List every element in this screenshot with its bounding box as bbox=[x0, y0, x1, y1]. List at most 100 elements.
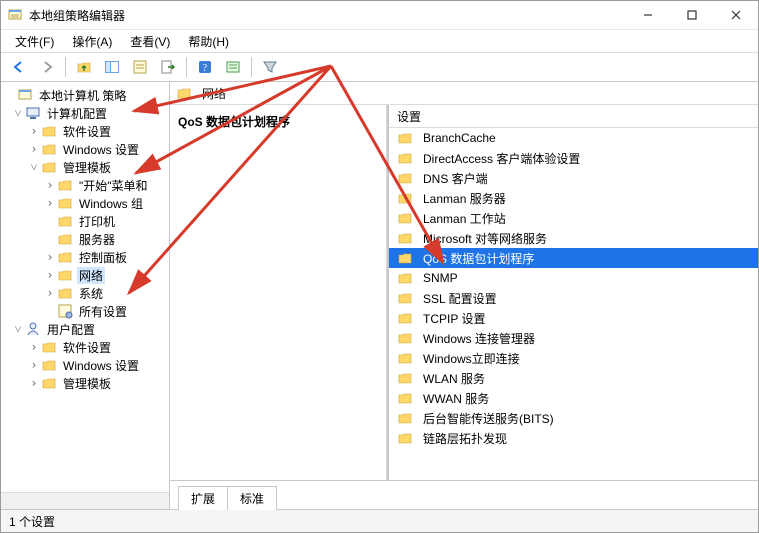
tree-label: Windows 设置 bbox=[61, 357, 141, 374]
tree-software-settings[interactable]: › 软件设置 bbox=[1, 122, 169, 140]
list-header[interactable]: 设置 bbox=[389, 105, 758, 128]
chevron-right-icon[interactable]: › bbox=[27, 142, 41, 156]
list-item-label: 后台智能传送服务(BITS) bbox=[423, 410, 554, 427]
list-item[interactable]: Lanman 工作站 bbox=[389, 208, 758, 228]
chevron-right-icon[interactable]: › bbox=[43, 286, 57, 300]
folder-icon bbox=[57, 213, 73, 229]
tree-root[interactable]: 本地计算机 策略 bbox=[1, 86, 169, 104]
tree-network[interactable]: › 网络 bbox=[1, 266, 169, 284]
list-item[interactable]: WLAN 服务 bbox=[389, 368, 758, 388]
list-item[interactable]: QoS 数据包计划程序 bbox=[389, 248, 758, 268]
list-item[interactable]: DNS 客户端 bbox=[389, 168, 758, 188]
menubar: 文件(F) 操作(A) 查看(V) 帮助(H) bbox=[1, 30, 758, 53]
list-item-label: Microsoft 对等网络服务 bbox=[423, 230, 547, 247]
list-item-label: Windows立即连接 bbox=[423, 350, 520, 367]
export-button[interactable] bbox=[156, 55, 180, 79]
policy-root-icon bbox=[17, 87, 33, 103]
tree-pane: 本地计算机 策略 ˅ 计算机配置 › 软件设置 › Windows 设置 bbox=[1, 82, 170, 509]
folder-icon bbox=[397, 250, 413, 266]
tree-label: 网络 bbox=[77, 267, 105, 284]
list-item[interactable]: 链路层拓扑发现 bbox=[389, 428, 758, 448]
tab-extended[interactable]: 扩展 bbox=[178, 486, 228, 510]
status-text: 1 个设置 bbox=[9, 513, 55, 530]
chevron-right-icon[interactable]: › bbox=[27, 376, 41, 390]
toolbar: ? bbox=[1, 53, 758, 82]
tree-user-software-settings[interactable]: › 软件设置 bbox=[1, 338, 169, 356]
tree-admin-templates[interactable]: ˅ 管理模板 bbox=[1, 158, 169, 176]
tree-label: 计算机配置 bbox=[45, 105, 109, 122]
chevron-down-icon[interactable]: ˅ bbox=[11, 106, 25, 121]
tree-user-config[interactable]: ˅ 用户配置 bbox=[1, 320, 169, 338]
chevron-right-icon[interactable]: › bbox=[27, 340, 41, 354]
column-header-settings[interactable]: 设置 bbox=[397, 108, 421, 125]
folder-icon bbox=[57, 267, 73, 283]
menu-action[interactable]: 操作(A) bbox=[64, 31, 120, 52]
folder-icon bbox=[397, 390, 413, 406]
help-button[interactable]: ? bbox=[193, 55, 217, 79]
list-item[interactable]: Windows 连接管理器 bbox=[389, 328, 758, 348]
chevron-down-icon[interactable]: ˅ bbox=[27, 160, 41, 175]
list-item[interactable]: Lanman 服务器 bbox=[389, 188, 758, 208]
tree-start-menu[interactable]: › "开始"菜单和 bbox=[1, 176, 169, 194]
list-item[interactable]: TCPIP 设置 bbox=[389, 308, 758, 328]
tree-windows-components[interactable]: › Windows 组 bbox=[1, 194, 169, 212]
tab-standard[interactable]: 标准 bbox=[227, 486, 277, 510]
body: 本地计算机 策略 ˅ 计算机配置 › 软件设置 › Windows 设置 bbox=[1, 82, 758, 509]
list-item[interactable]: Microsoft 对等网络服务 bbox=[389, 228, 758, 248]
list-body[interactable]: BranchCacheDirectAccess 客户端体验设置DNS 客户端La… bbox=[389, 128, 758, 480]
breadcrumb: 网络 bbox=[170, 82, 758, 105]
forward-button[interactable] bbox=[35, 55, 59, 79]
list-item[interactable]: BranchCache bbox=[389, 128, 758, 148]
folder-icon bbox=[57, 195, 73, 211]
list-item-label: SNMP bbox=[423, 271, 458, 285]
chevron-right-icon[interactable]: › bbox=[43, 250, 57, 264]
show-hide-tree-button[interactable] bbox=[100, 55, 124, 79]
properties-button[interactable] bbox=[128, 55, 152, 79]
window: 本地组策略编辑器 文件(F) 操作(A) 查看(V) 帮助(H) ? bbox=[0, 0, 759, 533]
list-item[interactable]: DirectAccess 客户端体验设置 bbox=[389, 148, 758, 168]
maximize-button[interactable] bbox=[670, 1, 714, 29]
tree-all-settings[interactable]: 所有设置 bbox=[1, 302, 169, 320]
tree-windows-settings[interactable]: › Windows 设置 bbox=[1, 140, 169, 158]
list-item[interactable]: 后台智能传送服务(BITS) bbox=[389, 408, 758, 428]
titlebar: 本地组策略编辑器 bbox=[1, 1, 758, 30]
tree-printers[interactable]: 打印机 bbox=[1, 212, 169, 230]
chevron-right-icon[interactable]: › bbox=[27, 124, 41, 138]
tree[interactable]: 本地计算机 策略 ˅ 计算机配置 › 软件设置 › Windows 设置 bbox=[1, 82, 169, 492]
close-button[interactable] bbox=[714, 1, 758, 29]
chevron-right-icon[interactable]: › bbox=[43, 268, 57, 282]
list-item[interactable]: WWAN 服务 bbox=[389, 388, 758, 408]
chevron-down-icon[interactable]: ˅ bbox=[11, 322, 25, 337]
list-item[interactable]: SNMP bbox=[389, 268, 758, 288]
filter-button[interactable] bbox=[258, 55, 282, 79]
tree-control-panel[interactable]: › 控制面板 bbox=[1, 248, 169, 266]
chevron-right-icon[interactable]: › bbox=[43, 178, 57, 192]
folder-icon bbox=[397, 130, 413, 146]
folder-icon bbox=[397, 410, 413, 426]
tree-label: 管理模板 bbox=[61, 159, 113, 176]
up-button[interactable] bbox=[72, 55, 96, 79]
folder-icon bbox=[397, 330, 413, 346]
list-item[interactable]: Windows立即连接 bbox=[389, 348, 758, 368]
tree-user-windows-settings[interactable]: › Windows 设置 bbox=[1, 356, 169, 374]
toolbar-separator bbox=[251, 57, 252, 77]
tree-label: 系统 bbox=[77, 285, 105, 302]
back-button[interactable] bbox=[7, 55, 31, 79]
folder-icon bbox=[57, 231, 73, 247]
tree-servers[interactable]: 服务器 bbox=[1, 230, 169, 248]
menu-view[interactable]: 查看(V) bbox=[122, 31, 178, 52]
tree-system[interactable]: › 系统 bbox=[1, 284, 169, 302]
minimize-button[interactable] bbox=[626, 1, 670, 29]
tree-horizontal-scrollbar[interactable] bbox=[1, 492, 169, 509]
list-item-label: QoS 数据包计划程序 bbox=[423, 250, 534, 267]
menu-help[interactable]: 帮助(H) bbox=[180, 31, 237, 52]
tree-label: 软件设置 bbox=[61, 123, 113, 140]
tree-user-admin-templates[interactable]: › 管理模板 bbox=[1, 374, 169, 392]
list-item[interactable]: SSL 配置设置 bbox=[389, 288, 758, 308]
chevron-right-icon[interactable]: › bbox=[27, 358, 41, 372]
tree-computer-config[interactable]: ˅ 计算机配置 bbox=[1, 104, 169, 122]
chevron-right-icon[interactable]: › bbox=[43, 196, 57, 210]
policy-button[interactable] bbox=[221, 55, 245, 79]
menu-file[interactable]: 文件(F) bbox=[7, 31, 62, 52]
computer-icon bbox=[25, 105, 41, 121]
